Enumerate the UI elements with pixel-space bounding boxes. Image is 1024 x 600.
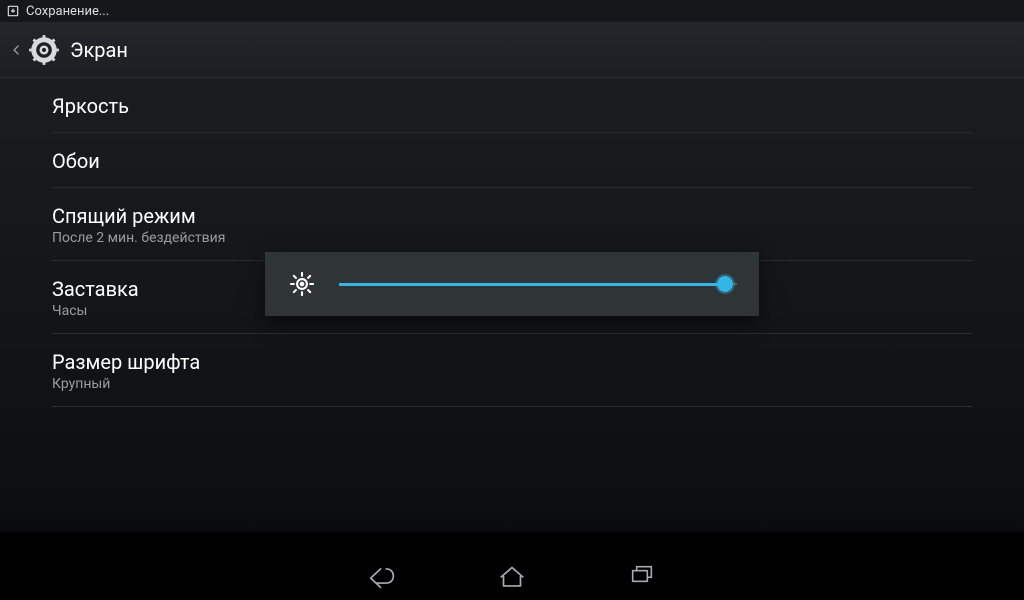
page-title: Экран — [70, 38, 128, 62]
setting-brightness[interactable]: Яркость — [52, 78, 972, 133]
slider-thumb[interactable] — [715, 274, 735, 294]
back-button[interactable] — [8, 22, 26, 78]
nav-recent-button[interactable] — [622, 556, 662, 596]
settings-list: Яркость Обои Спящий режим После 2 мин. б… — [0, 78, 1024, 407]
setting-subtitle: Крупный — [52, 376, 972, 392]
settings-icon — [26, 32, 62, 68]
setting-wallpaper[interactable]: Обои — [52, 133, 972, 188]
nav-back-button[interactable] — [362, 556, 402, 596]
navigation-bar — [0, 552, 1024, 600]
setting-title: Яркость — [52, 94, 972, 118]
nav-home-button[interactable] — [492, 556, 532, 596]
setting-title: Спящий режим — [52, 204, 972, 228]
setting-sleep[interactable]: Спящий режим После 2 мин. бездействия — [52, 188, 972, 261]
brightness-dialog — [265, 252, 759, 316]
status-bar: Сохранение... — [0, 0, 1024, 22]
setting-title: Размер шрифта — [52, 350, 972, 374]
setting-font-size[interactable]: Размер шрифта Крупный — [52, 334, 972, 407]
setting-subtitle: После 2 мин. бездействия — [52, 230, 972, 246]
brightness-icon — [287, 269, 317, 299]
bottom-band — [0, 532, 1024, 552]
download-icon — [6, 4, 20, 18]
status-text: Сохранение... — [26, 4, 109, 19]
slider-fill — [339, 283, 725, 286]
brightness-slider[interactable] — [339, 272, 737, 296]
action-bar: Экран — [0, 22, 1024, 78]
setting-title: Обои — [52, 149, 972, 173]
